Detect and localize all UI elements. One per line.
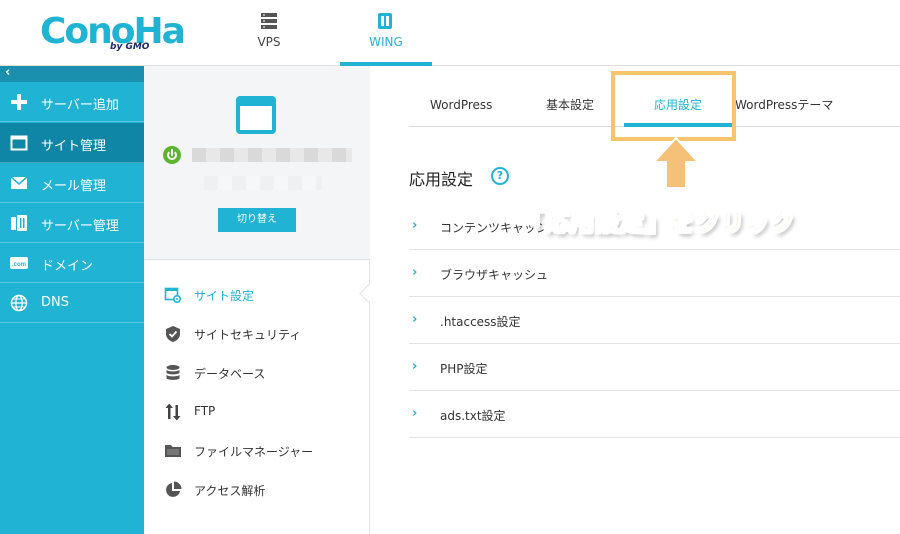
sidebar-item-label: ドメイン xyxy=(41,259,94,274)
plus-icon xyxy=(11,94,27,110)
nav-tab-wing-label: WING xyxy=(369,35,403,49)
sidebar-item-label: DNS xyxy=(41,295,69,310)
transfer-icon xyxy=(165,403,181,421)
conoha-logo[interactable]: ConoHa by GMO xyxy=(40,12,186,56)
site-window-icon xyxy=(236,96,276,134)
sidebar-item-add-server[interactable]: サーバー追加 xyxy=(0,82,144,122)
chevron-right-icon: › xyxy=(412,265,418,280)
sidebar-item-site-management[interactable]: サイト管理 xyxy=(0,123,144,163)
pie-chart-icon xyxy=(166,481,182,497)
wing-icon xyxy=(378,13,392,29)
chevron-right-icon: › xyxy=(412,406,418,421)
sidebar-collapse-button[interactable]: ‹ xyxy=(0,65,144,82)
menu-item-ftp[interactable]: FTP xyxy=(144,392,370,431)
accordion-row-browser-cache[interactable]: › ブラウザキャッシュ xyxy=(409,250,900,297)
sidebar-item-label: メール管理 xyxy=(41,179,107,194)
sidebar-item-label: サイト管理 xyxy=(41,139,107,154)
menu-item-label: アクセス解析 xyxy=(194,484,266,498)
sidebar-item-label: サーバー管理 xyxy=(41,219,119,234)
accordion-label: .htaccess設定 xyxy=(440,315,521,329)
accordion-label: ads.txt設定 xyxy=(440,409,506,423)
sidebar-item-mail-management[interactable]: メール管理 xyxy=(0,163,144,203)
shield-icon xyxy=(166,326,180,342)
site-card: 切り替え xyxy=(144,66,370,260)
server-icon xyxy=(261,13,277,29)
tab-wordpress[interactable]: WordPress xyxy=(430,88,492,127)
chevron-right-icon: › xyxy=(412,359,418,374)
power-status-icon xyxy=(163,146,181,164)
menu-item-file-manager[interactable]: ファイルマネージャー xyxy=(144,431,370,470)
folder-icon xyxy=(165,445,181,457)
menu-item-label: データベース xyxy=(194,367,266,381)
top-header: ConoHa by GMO VPS WING xyxy=(0,0,900,66)
accordion-row-php[interactable]: › PHP設定 xyxy=(409,344,900,391)
site-name-redacted xyxy=(192,148,352,162)
menu-item-access-analytics[interactable]: アクセス解析 xyxy=(144,470,370,509)
sidebar-item-dns[interactable]: DNS xyxy=(0,283,144,323)
switch-site-button[interactable]: 切り替え xyxy=(218,208,296,232)
help-icon[interactable]: ? xyxy=(491,167,509,185)
menu-item-label: FTP xyxy=(194,404,216,418)
up-arrow-icon xyxy=(652,136,700,189)
section-title: 応用設定 xyxy=(409,170,474,189)
chevron-right-icon: › xyxy=(412,218,418,233)
click-annotation: 「応用設定」をクリック xyxy=(520,208,795,237)
menu-item-label: サイト設定 xyxy=(194,289,255,303)
collapse-chevron-icon: ‹ xyxy=(5,65,11,80)
nav-tab-vps[interactable]: VPS xyxy=(226,0,312,66)
accordion-row-ads-txt[interactable]: › ads.txt設定 xyxy=(409,391,900,438)
domain-icon: .com xyxy=(10,257,28,269)
svg-text:.com: .com xyxy=(12,262,26,268)
conoha-control-panel: ConoHa by GMO VPS WING ‹ サーバー追加 サイト管理 メー… xyxy=(0,0,900,534)
main-content: WordPress 基本設定 応用設定 WordPressテーマ 応用設定 ? … xyxy=(370,66,900,534)
server-manage-icon xyxy=(11,215,27,231)
menu-item-label: ファイルマネージャー xyxy=(194,445,314,459)
mail-icon xyxy=(10,176,28,189)
site-url-redacted xyxy=(204,176,322,190)
highlight-frame xyxy=(611,71,736,141)
database-icon xyxy=(166,365,180,380)
menu-item-label: サイトセキュリティ xyxy=(194,328,302,342)
menu-item-site-settings[interactable]: サイト設定 xyxy=(144,275,370,314)
menu-item-site-security[interactable]: サイトセキュリティ xyxy=(144,314,370,353)
left-sidebar: ‹ サーバー追加 サイト管理 メール管理 サーバー管理 .com ドメイン DN… xyxy=(0,65,144,534)
site-settings-icon xyxy=(164,287,182,304)
window-icon xyxy=(10,135,28,151)
menu-item-database[interactable]: データベース xyxy=(144,353,370,392)
sidebar-item-label: サーバー追加 xyxy=(41,98,119,113)
nav-tab-wing[interactable]: WING xyxy=(340,0,432,66)
tab-basic-settings[interactable]: 基本設定 xyxy=(546,88,594,127)
chevron-right-icon: › xyxy=(412,312,418,327)
logo-sub-text: by GMO xyxy=(110,42,150,52)
accordion-label: ブラウザキャッシュ xyxy=(440,268,549,282)
accordion-row-htaccess[interactable]: › .htaccess設定 xyxy=(409,297,900,344)
sidebar-item-domain[interactable]: .com ドメイン xyxy=(0,243,144,283)
nav-tab-vps-label: VPS xyxy=(257,35,281,49)
globe-icon xyxy=(10,294,28,312)
accordion-label: PHP設定 xyxy=(440,362,488,376)
sidebar-item-server-management[interactable]: サーバー管理 xyxy=(0,203,144,243)
tab-wordpress-theme[interactable]: WordPressテーマ xyxy=(735,88,833,127)
site-panel: 切り替え サイト設定 サイトセキュリティ データベース FTP ファイルマネージ… xyxy=(144,66,370,534)
